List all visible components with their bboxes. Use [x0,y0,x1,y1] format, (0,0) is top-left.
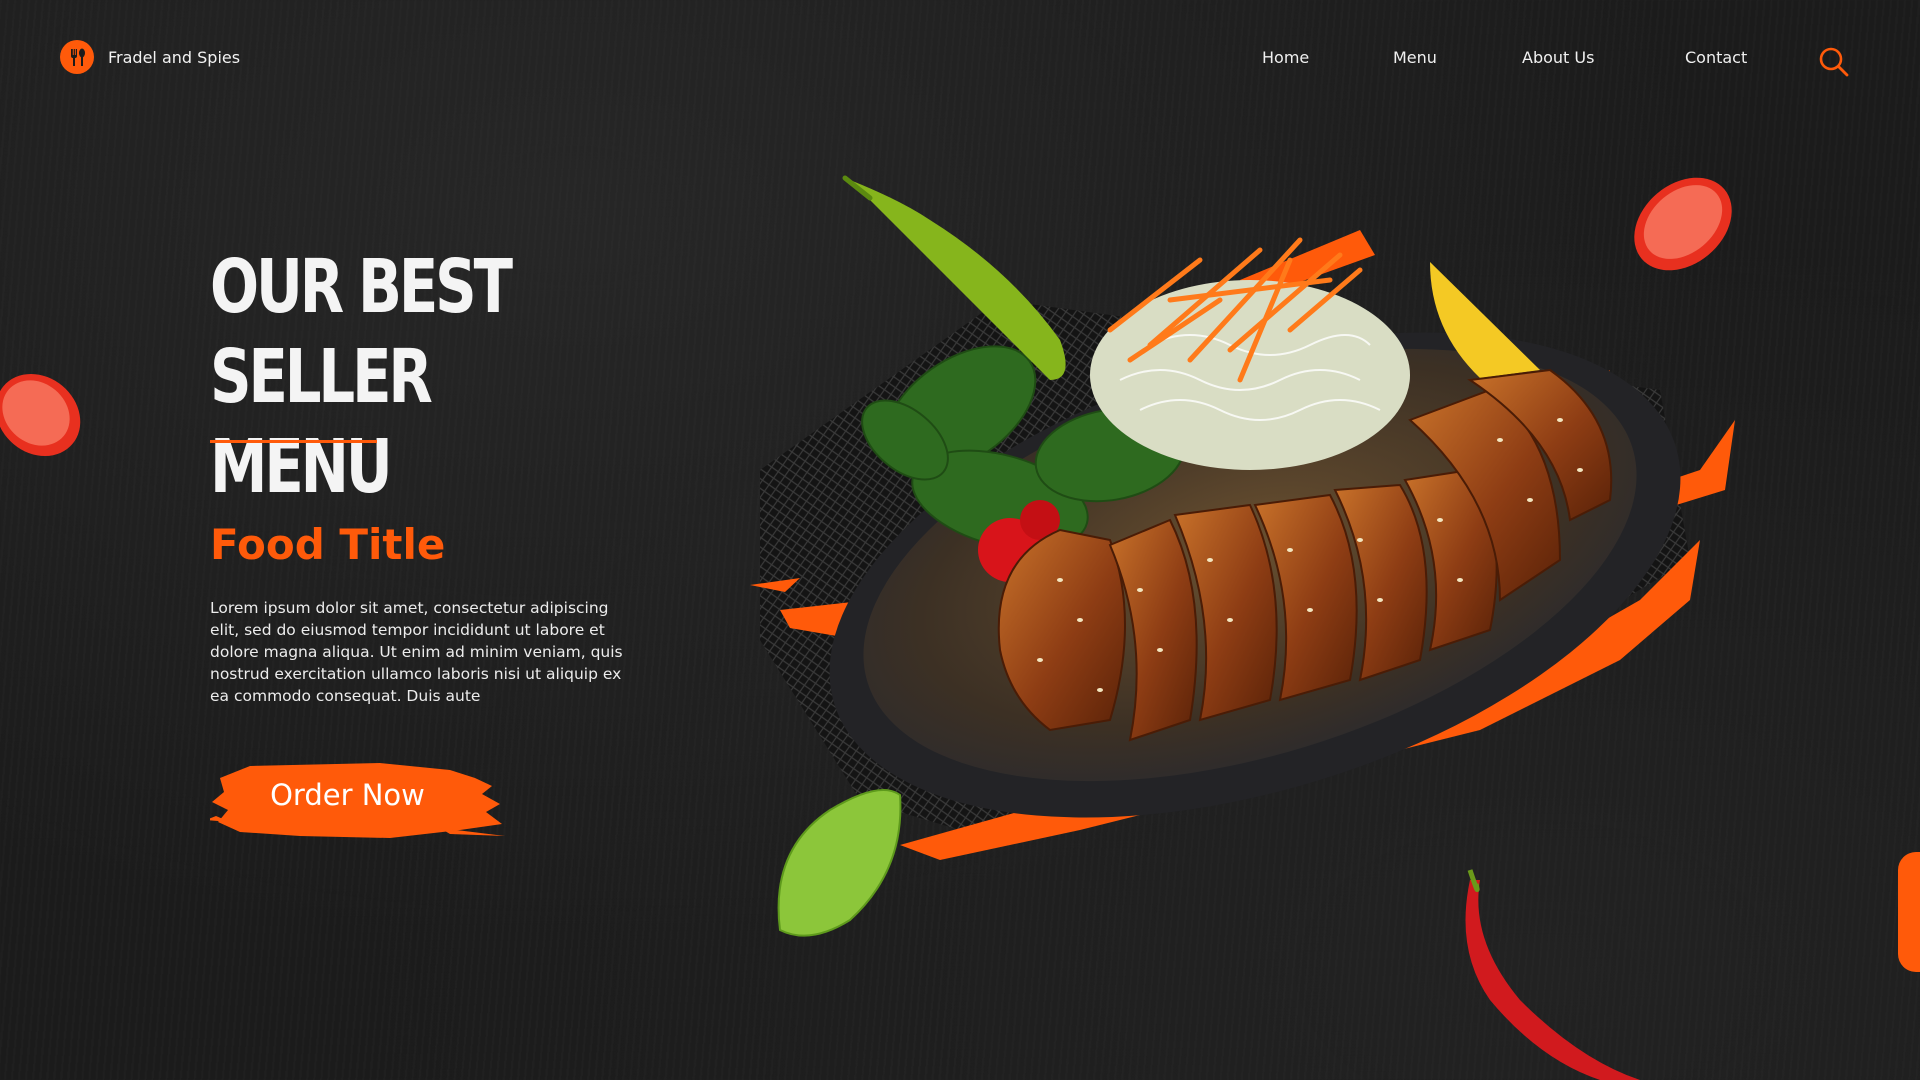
grilled-chicken [997,368,1613,742]
spinach-leaves [861,345,1186,551]
nav-link-home[interactable]: Home [1262,48,1309,67]
nav-link-about-us[interactable]: About Us [1522,48,1594,67]
green-chili-pepper [850,180,1066,380]
mint-leaf [777,789,902,937]
side-tab-handle[interactable] [1898,852,1920,972]
shredded-carrot [1107,237,1363,383]
brand-name: Fradel and Spies [108,47,241,67]
hero-title: OUR BEST SELLER MENU [210,242,538,512]
sesame-seeds [1037,418,1583,692]
fork-spoon-icon [60,40,94,74]
lemon-wedge [1430,262,1540,378]
food-title: Food Title [210,520,446,569]
hero-title-line-2: SELLER MENU [210,334,433,510]
order-now-button[interactable]: Order Now [210,758,505,844]
nav-link-contact[interactable]: Contact [1685,48,1747,67]
cherry-tomato [978,518,1042,582]
search-button[interactable] [1816,44,1852,80]
brand[interactable]: Fradel and Spies [60,40,240,74]
food-description: Lorem ipsum dolor sit amet, consectetur … [210,599,623,705]
top-navigation: Fradel and Spies Home Menu About Us Cont… [0,0,1920,120]
order-now-label: Order Now [270,778,425,812]
search-icon [1819,47,1849,77]
hero-title-line-1: OUR BEST [210,244,513,330]
nav-link-menu[interactable]: Menu [1393,48,1437,67]
tomato-slice-top-right [1634,177,1732,271]
tomato-slice-left [0,373,81,457]
plate [829,332,1681,818]
orange-brush-splash [750,230,1735,860]
cabbage-salad [1090,280,1410,470]
mesh-mat [760,300,1690,830]
title-divider [210,440,377,443]
red-chili-pepper [1465,880,1640,1080]
